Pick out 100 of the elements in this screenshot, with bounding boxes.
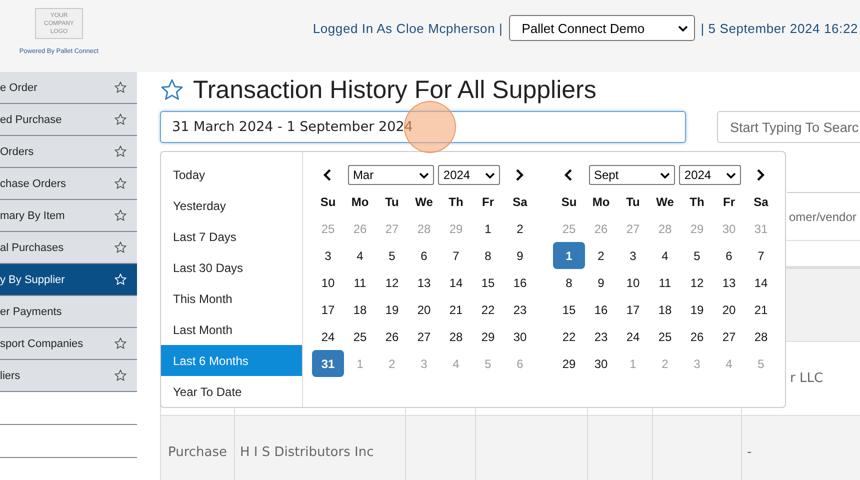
calendar-day[interactable]: 12 [681, 269, 713, 296]
calendar-day[interactable]: 25 [649, 323, 681, 350]
range-option[interactable]: Last 30 Days [161, 252, 302, 283]
sidebar-item[interactable]: y By Supplier [0, 264, 137, 296]
calendar-day[interactable]: 8 [472, 242, 504, 269]
range-option[interactable]: This Month [161, 283, 302, 314]
calendar-day[interactable]: 24 [617, 323, 649, 350]
calendar-day[interactable]: 28 [745, 323, 777, 350]
calendar-day[interactable]: 7 [440, 242, 472, 269]
star-icon[interactable] [114, 337, 127, 350]
calendar-day[interactable]: 31 [312, 350, 344, 377]
search-field[interactable]: Start Typing To Searc [717, 111, 860, 143]
star-icon[interactable] [114, 241, 127, 254]
calendar-day[interactable]: 3 [617, 242, 649, 269]
sidebar-item[interactable]: mary By Item [0, 200, 137, 232]
sidebar-item[interactable]: chase Orders [0, 168, 137, 200]
star-icon[interactable] [114, 209, 127, 222]
calendar-day[interactable]: 11 [649, 269, 681, 296]
weekday-label: Tu [384, 194, 400, 210]
year-select[interactable]: 2024 [438, 165, 500, 185]
calendar-day[interactable]: 23 [504, 296, 536, 323]
sidebar-item[interactable]: sport Companies [0, 328, 137, 360]
calendar-day[interactable]: 19 [681, 296, 713, 323]
calendar-day[interactable]: 18 [649, 296, 681, 323]
calendar-day[interactable]: 16 [585, 296, 617, 323]
calendar-day[interactable]: 12 [376, 269, 408, 296]
calendar-day[interactable]: 5 [681, 242, 713, 269]
range-option[interactable]: Last Month [161, 314, 302, 345]
star-icon[interactable] [114, 113, 127, 126]
month-select[interactable]: Mar [348, 165, 434, 185]
chevron-down-icon [419, 172, 430, 178]
star-icon[interactable] [160, 78, 184, 102]
calendar-day[interactable]: 20 [408, 296, 440, 323]
company-select[interactable]: Pallet Connect Demo [508, 15, 695, 41]
calendar-day[interactable]: 26 [681, 323, 713, 350]
calendar-day[interactable]: 9 [504, 242, 536, 269]
calendar-day[interactable]: 17 [617, 296, 649, 323]
sidebar-item[interactable]: Orders [0, 136, 137, 168]
calendar-day[interactable]: 30 [585, 350, 617, 377]
sidebar-item[interactable]: al Purchases [0, 232, 137, 264]
calendar-day[interactable]: 3 [312, 242, 344, 269]
calendar-day[interactable]: 4 [344, 242, 376, 269]
calendar-day[interactable]: 29 [472, 323, 504, 350]
calendar-day[interactable]: 13 [408, 269, 440, 296]
star-icon[interactable] [114, 145, 127, 158]
calendar-day[interactable]: 10 [312, 269, 344, 296]
calendar-day[interactable]: 24 [312, 323, 344, 350]
calendar-day[interactable]: 1 [553, 242, 585, 269]
range-option[interactable]: Yesterday [161, 190, 302, 221]
sidebar-item[interactable]: e Order [0, 72, 137, 104]
star-icon[interactable] [114, 369, 127, 382]
calendar-day[interactable]: 30 [504, 323, 536, 350]
sidebar-item[interactable]: er Payments [0, 296, 137, 328]
chevron-right-icon[interactable] [756, 169, 765, 181]
calendar-day[interactable]: 7 [745, 242, 777, 269]
star-icon[interactable] [114, 177, 127, 190]
range-option[interactable]: Last 7 Days [161, 221, 302, 252]
calendar-day[interactable]: 14 [745, 269, 777, 296]
calendar-day[interactable]: 22 [553, 323, 585, 350]
calendar-day[interactable]: 27 [713, 323, 745, 350]
chevron-left-icon[interactable] [564, 169, 573, 181]
calendar-day[interactable]: 2 [504, 215, 536, 242]
calendar-day[interactable]: 21 [440, 296, 472, 323]
calendar-day[interactable]: 6 [713, 242, 745, 269]
sidebar-item[interactable]: liers [0, 360, 137, 392]
sidebar-item[interactable]: ed Purchase [0, 104, 137, 136]
calendar-day[interactable]: 4 [649, 242, 681, 269]
calendar-day[interactable]: 17 [312, 296, 344, 323]
calendar-day[interactable]: 23 [585, 323, 617, 350]
calendar-day[interactable]: 20 [713, 296, 745, 323]
month-select[interactable]: Sept [588, 165, 676, 185]
calendar-day[interactable]: 15 [472, 269, 504, 296]
range-option[interactable]: Year To Date [161, 376, 302, 407]
chevron-right-icon[interactable] [515, 169, 524, 181]
calendar-day[interactable]: 22 [472, 296, 504, 323]
calendar-day[interactable]: 10 [617, 269, 649, 296]
calendar-day[interactable]: 13 [713, 269, 745, 296]
calendar-day[interactable]: 14 [440, 269, 472, 296]
calendar-day[interactable]: 11 [344, 269, 376, 296]
calendar-day[interactable]: 29 [553, 350, 585, 377]
calendar-day[interactable]: 2 [585, 242, 617, 269]
calendar-day[interactable]: 19 [376, 296, 408, 323]
calendar-day[interactable]: 25 [344, 323, 376, 350]
calendar-day[interactable]: 18 [344, 296, 376, 323]
calendar-day[interactable]: 8 [553, 269, 585, 296]
calendar-day[interactable]: 9 [585, 269, 617, 296]
chevron-left-icon[interactable] [323, 169, 332, 181]
calendar-day[interactable]: 21 [745, 296, 777, 323]
year-select[interactable]: 2024 [679, 165, 742, 185]
calendar-day[interactable]: 5 [376, 242, 408, 269]
range-option[interactable]: Today [161, 159, 302, 190]
range-option[interactable]: Last 6 Months [161, 345, 302, 376]
star-icon[interactable] [114, 81, 127, 94]
calendar-day[interactable]: 15 [553, 296, 585, 323]
calendar-day[interactable]: 16 [504, 269, 536, 296]
calendar-day[interactable]: 6 [408, 242, 440, 269]
calendar-day[interactable]: 27 [408, 323, 440, 350]
calendar-day[interactable]: 1 [472, 215, 504, 242]
calendar-day[interactable]: 26 [376, 323, 408, 350]
calendar-day[interactable]: 28 [440, 323, 472, 350]
